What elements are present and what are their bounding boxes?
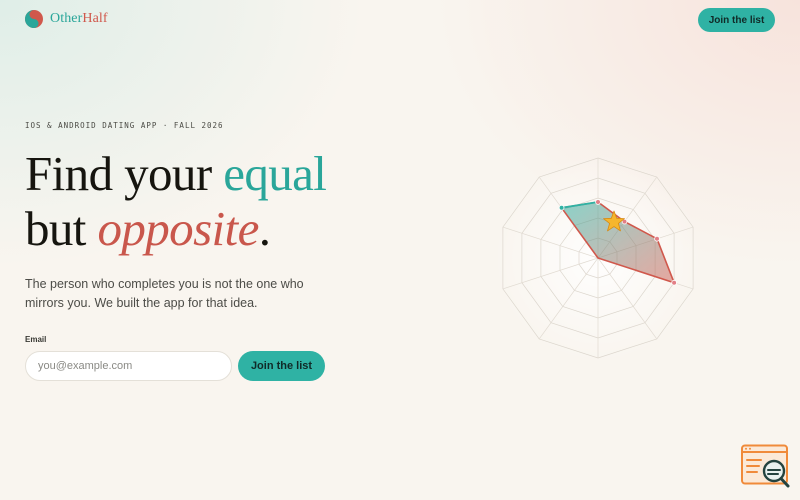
yin-yang-logo-icon	[25, 10, 43, 28]
radar-point	[558, 204, 565, 211]
join-list-button[interactable]: Join the list	[238, 351, 325, 381]
brand[interactable]: OtherHalf	[24, 9, 108, 29]
headline-accent-opposite: opposite	[97, 201, 259, 256]
email-label: Email	[25, 335, 47, 344]
radar-point	[654, 236, 660, 242]
brand-name-part1: Other	[50, 11, 83, 26]
brand-name-part2: Half	[82, 11, 108, 26]
email-field[interactable]	[25, 351, 232, 381]
radar-point	[595, 199, 601, 205]
radar-point	[671, 279, 677, 286]
headline-line2-text: but	[25, 201, 98, 256]
headline-accent-equal: equal	[223, 146, 327, 201]
page-title: Find your equal but opposite.	[25, 146, 327, 256]
hero-description: The person who completes you is not the …	[25, 277, 304, 310]
radar-illustration	[494, 154, 702, 362]
headline-period: .	[258, 201, 271, 256]
brand-name: OtherHalf	[50, 11, 108, 27]
headline-line1-text: Find your	[25, 146, 224, 201]
search-window-icon[interactable]	[741, 444, 791, 490]
header-join-button[interactable]: Join the list	[698, 8, 775, 32]
eyebrow-label: IOS & ANDROID DATING APP · FALL 2026	[25, 121, 224, 130]
